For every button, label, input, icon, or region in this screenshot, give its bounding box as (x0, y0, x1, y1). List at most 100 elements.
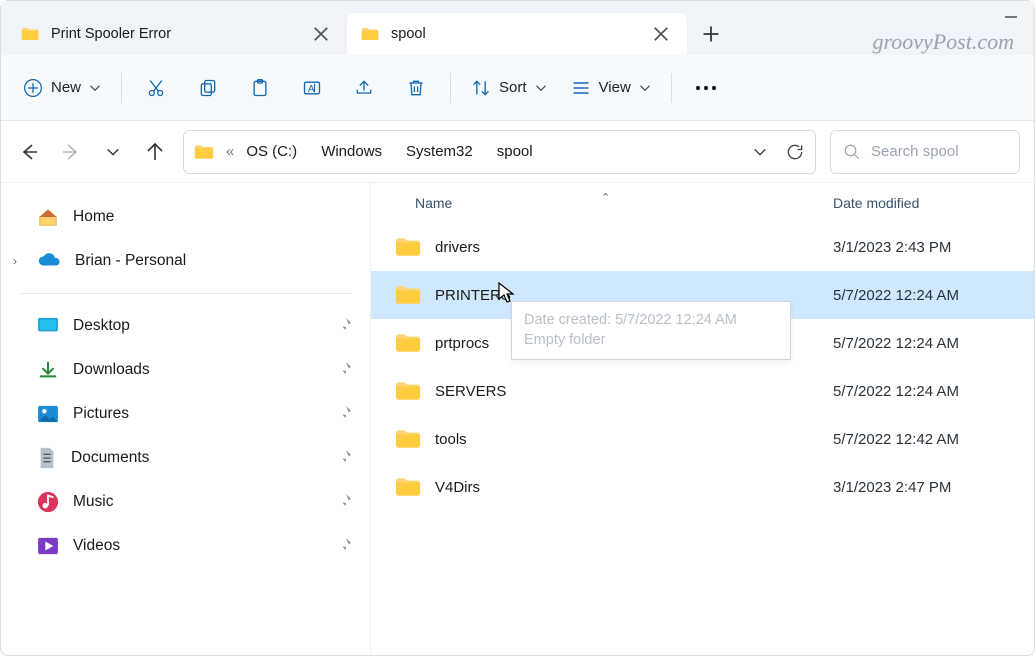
pin-icon (338, 405, 352, 424)
separator (121, 73, 122, 103)
column-header-name[interactable]: ⌃ Name (371, 195, 829, 211)
more-button[interactable] (682, 66, 730, 110)
main-area: Home › Brian - Personal Desktop Download… (1, 183, 1034, 657)
recent-button[interactable] (99, 132, 127, 172)
chevron-down-icon (535, 84, 547, 92)
refresh-icon[interactable] (785, 142, 805, 162)
sidebar-item-label: Desktop (73, 317, 130, 335)
folder-icon (395, 381, 421, 401)
minimize-button[interactable] (998, 7, 1024, 27)
file-name: PRINTERS (435, 287, 511, 304)
close-tab-button[interactable] (307, 20, 335, 48)
sidebar-item-videos[interactable]: Videos (1, 524, 370, 568)
folder-icon (395, 477, 421, 497)
svg-text:A: A (308, 84, 315, 95)
new-icon (23, 78, 43, 98)
breadcrumb-segment[interactable]: Windows (321, 143, 382, 160)
new-button[interactable]: New (13, 66, 111, 110)
sidebar-item-label: Music (73, 493, 113, 511)
file-name: SERVERS (435, 383, 506, 400)
paste-button[interactable] (236, 66, 284, 110)
sidebar-item-downloads[interactable]: Downloads (1, 348, 370, 392)
new-tab-button[interactable] (687, 13, 735, 55)
sort-icon (471, 78, 491, 98)
view-button[interactable]: View (561, 66, 661, 110)
breadcrumb-prefix: « (222, 143, 238, 160)
tab-spool[interactable]: spool (347, 13, 687, 55)
chevron-down-icon (639, 84, 651, 92)
file-row[interactable]: tools5/7/2022 12:42 AM (371, 415, 1034, 463)
up-button[interactable] (141, 132, 169, 172)
file-row[interactable]: SERVERS5/7/2022 12:24 AM (371, 367, 1034, 415)
sidebar-item-home[interactable]: Home (1, 195, 370, 239)
search-icon (843, 143, 861, 161)
minimize-icon (1004, 10, 1018, 24)
address-row: « OS (C:) Windows System32 spool Search … (1, 121, 1034, 183)
arrow-left-icon (19, 142, 39, 162)
pin-icon (338, 537, 352, 556)
sidebar-item-label: Pictures (73, 405, 129, 423)
sidebar-item-label: Home (73, 208, 114, 226)
videos-icon (37, 537, 59, 555)
documents-icon (37, 447, 57, 469)
forward-button[interactable] (57, 132, 85, 172)
chevron-right-icon[interactable] (481, 146, 489, 158)
folder-icon (395, 237, 421, 257)
plus-icon (701, 24, 721, 44)
search-input[interactable]: Search spool (830, 130, 1020, 174)
file-date: 3/1/2023 2:43 PM (829, 239, 1034, 256)
cut-button[interactable] (132, 66, 180, 110)
tab-label: spool (391, 26, 426, 42)
chevron-right-icon[interactable] (390, 146, 398, 158)
sidebar-item-onedrive[interactable]: › Brian - Personal (1, 239, 370, 283)
sidebar-item-music[interactable]: Music (1, 480, 370, 524)
separator (19, 293, 352, 294)
file-name: tools (435, 431, 467, 448)
watermark: groovyPost.com (872, 29, 1014, 55)
close-icon (311, 24, 331, 44)
chevron-right-icon[interactable] (305, 146, 313, 158)
file-date: 5/7/2022 12:24 AM (829, 335, 1034, 352)
close-tab-button[interactable] (647, 20, 675, 48)
sort-label: Sort (499, 79, 527, 96)
chevron-down-icon (89, 84, 101, 92)
file-name: V4Dirs (435, 479, 480, 496)
column-header-date[interactable]: Date modified (829, 195, 1034, 211)
desktop-icon (37, 317, 59, 335)
sidebar-item-desktop[interactable]: Desktop (1, 304, 370, 348)
rename-button[interactable]: A (288, 66, 336, 110)
search-placeholder: Search spool (871, 143, 959, 160)
pin-icon (338, 361, 352, 380)
tooltip: Date created: 5/7/2022 12:24 AM Empty fo… (511, 301, 791, 360)
chevron-down-icon[interactable] (753, 147, 767, 157)
copy-button[interactable] (184, 66, 232, 110)
paste-icon (250, 78, 270, 98)
cut-icon (146, 78, 166, 98)
pictures-icon (37, 405, 59, 423)
breadcrumb-segment[interactable]: OS (C:) (246, 143, 297, 160)
folder-icon (361, 27, 379, 41)
breadcrumb-segment[interactable]: System32 (406, 143, 473, 160)
breadcrumb-segment[interactable]: spool (497, 143, 533, 160)
chevron-right-icon[interactable]: › (13, 254, 17, 268)
sidebar-item-label: Videos (73, 537, 120, 555)
share-icon (354, 78, 374, 98)
tab-print-spooler-error[interactable]: Print Spooler Error (7, 13, 347, 55)
delete-button[interactable] (392, 66, 440, 110)
share-button[interactable] (340, 66, 388, 110)
arrow-up-icon (145, 142, 165, 162)
file-row[interactable]: drivers3/1/2023 2:43 PM (371, 223, 1034, 271)
column-label: Name (415, 195, 452, 211)
file-row[interactable]: V4Dirs3/1/2023 2:47 PM (371, 463, 1034, 511)
sort-button[interactable]: Sort (461, 66, 557, 110)
address-bar[interactable]: « OS (C:) Windows System32 spool (183, 130, 816, 174)
sidebar-item-pictures[interactable]: Pictures (1, 392, 370, 436)
cloud-icon (37, 253, 61, 269)
music-icon (37, 491, 59, 513)
file-date: 5/7/2022 12:24 AM (829, 287, 1034, 304)
folder-icon (395, 429, 421, 449)
tooltip-line: Empty folder (524, 330, 778, 350)
rename-icon: A (302, 78, 322, 98)
sidebar-item-documents[interactable]: Documents (1, 436, 370, 480)
back-button[interactable] (15, 132, 43, 172)
